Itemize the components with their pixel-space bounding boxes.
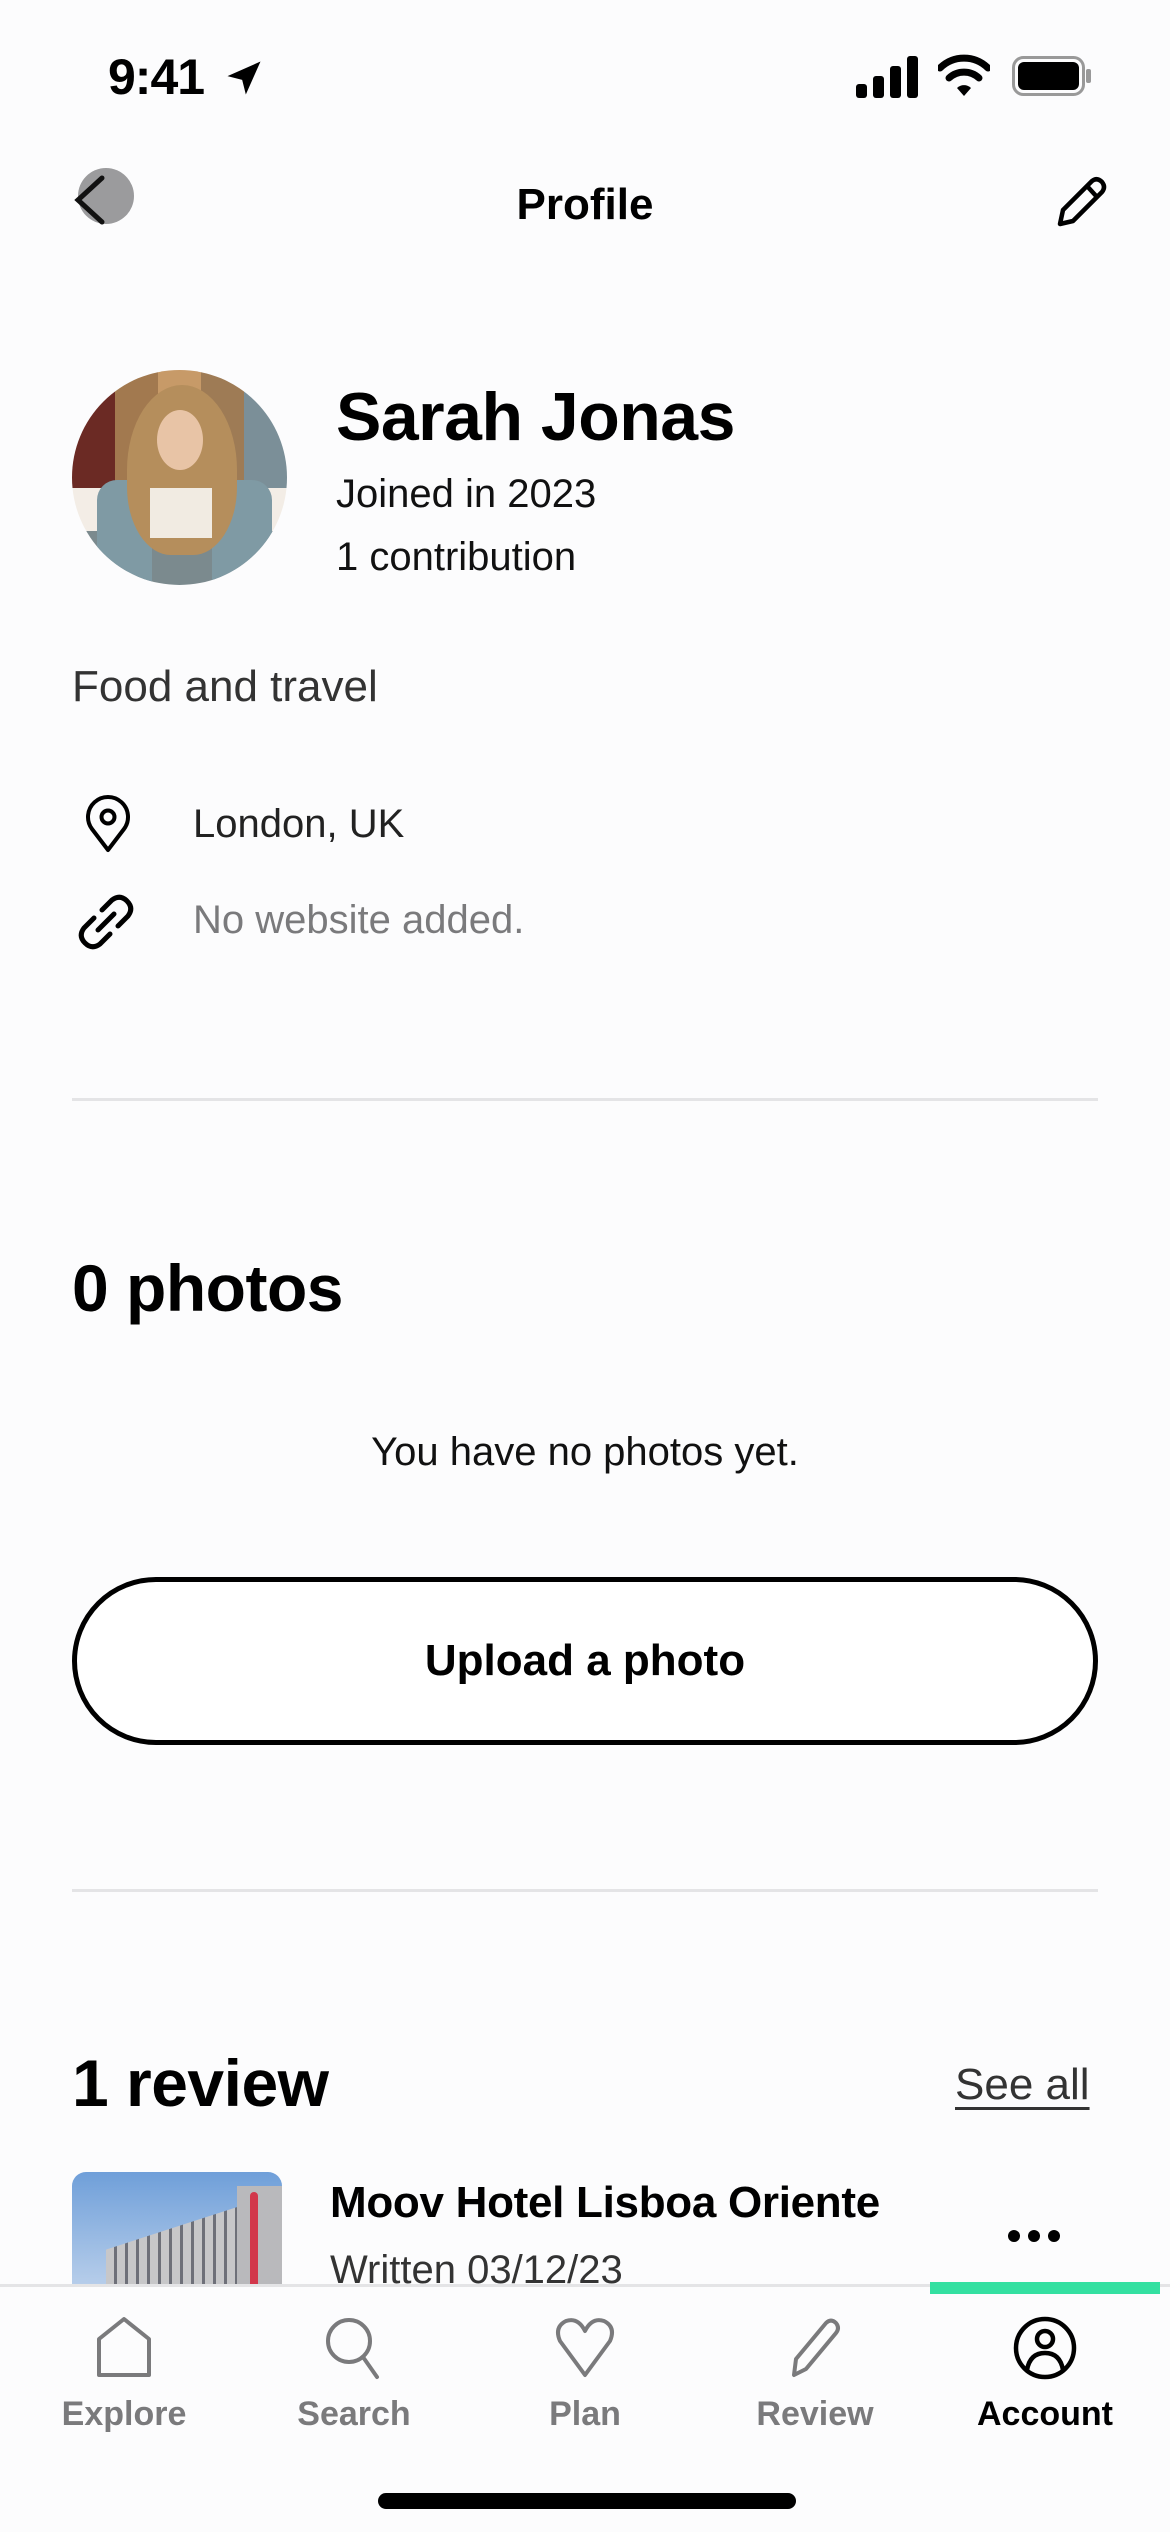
location-arrow-icon xyxy=(227,61,261,95)
edit-profile-button[interactable] xyxy=(1050,172,1112,234)
user-circle-icon xyxy=(1013,2316,1077,2380)
tab-plan[interactable]: Plan xyxy=(485,2315,685,2455)
joined-date: Joined in 2023 xyxy=(336,472,597,516)
cellular-signal-icon xyxy=(856,56,918,98)
tab-explore[interactable]: Explore xyxy=(24,2315,224,2455)
profile-location: London, UK xyxy=(193,802,405,846)
link-icon xyxy=(78,894,134,950)
tab-search[interactable]: Search xyxy=(254,2315,454,2455)
home-indicator[interactable] xyxy=(378,2493,796,2509)
tab-label: Plan xyxy=(549,2395,621,2433)
profile-name: Sarah Jonas xyxy=(336,379,735,455)
wifi-icon xyxy=(938,54,990,96)
more-options-button[interactable] xyxy=(1004,2218,1064,2254)
heart-icon xyxy=(556,2318,614,2377)
search-icon xyxy=(326,2318,379,2379)
tab-review[interactable]: Review xyxy=(715,2315,915,2455)
pencil-icon xyxy=(792,2318,840,2377)
tab-label: Account xyxy=(977,2395,1113,2433)
divider xyxy=(72,1098,1098,1101)
see-all-reviews-link[interactable]: See all xyxy=(955,2060,1090,2110)
dot-icon xyxy=(1028,2230,1040,2242)
status-time: 9:41 xyxy=(108,49,205,105)
profile-website[interactable]: No website added. xyxy=(193,898,524,943)
photos-empty-message: You have no photos yet. xyxy=(371,1430,799,1474)
tab-label: Explore xyxy=(61,2395,187,2433)
dot-icon xyxy=(1048,2230,1060,2242)
tab-label: Search xyxy=(297,2395,411,2433)
photos-section-title: 0 photos xyxy=(72,1251,344,1325)
avatar[interactable] xyxy=(72,370,287,585)
review-thumbnail[interactable] xyxy=(72,2172,282,2284)
active-tab-indicator xyxy=(930,2282,1160,2294)
reviews-section-title: 1 review xyxy=(72,2046,329,2120)
dot-icon xyxy=(1008,2230,1020,2242)
review-item-title[interactable]: Moov Hotel Lisboa Oriente xyxy=(330,2178,880,2228)
tab-label: Review xyxy=(756,2395,874,2433)
profile-bio: Food and travel xyxy=(72,662,378,711)
tab-account[interactable]: Account xyxy=(945,2315,1145,2455)
contribution-count[interactable]: 1 contribution xyxy=(336,535,576,580)
battery-icon xyxy=(1012,56,1091,96)
map-pin-icon xyxy=(86,795,130,852)
page-title: Profile xyxy=(516,180,654,229)
home-icon xyxy=(97,2317,151,2377)
upload-photo-button[interactable]: Upload a photo xyxy=(72,1577,1098,1745)
divider xyxy=(72,1889,1098,1892)
